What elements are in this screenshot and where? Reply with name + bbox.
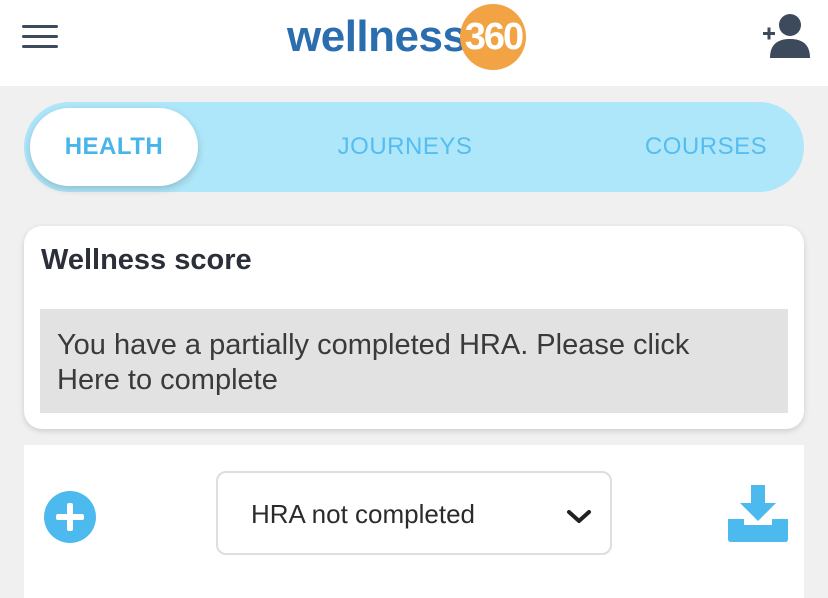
hra-message-line-2: Here to complete — [57, 364, 278, 396]
add-user-icon[interactable] — [762, 12, 810, 58]
hra-message-line-1: You have a partially completed HRA. Plea… — [57, 329, 690, 361]
hra-actions-card: HRA not completed — [24, 445, 804, 598]
wellness-score-title: Wellness score — [41, 244, 252, 276]
hra-status-value: HRA not completed — [251, 499, 476, 529]
hra-status-select[interactable]: HRA not completed — [216, 471, 612, 555]
tab-courses[interactable]: COURSES — [614, 102, 798, 192]
hra-partial-message[interactable]: You have a partially completed HRA. Plea… — [40, 309, 788, 413]
wellness-score-card: Wellness score You have a partially comp… — [24, 226, 804, 429]
tab-journeys[interactable]: JOURNEYS — [296, 102, 514, 192]
tab-bar: HEALTH JOURNEYS COURSES — [24, 102, 804, 192]
hamburger-menu-icon[interactable] — [22, 25, 58, 49]
plus-circle-icon[interactable] — [44, 491, 96, 543]
logo-badge: 360 — [460, 4, 527, 70]
download-icon[interactable] — [726, 485, 790, 543]
tab-health[interactable]: HEALTH — [30, 108, 198, 186]
chevron-down-icon — [567, 510, 591, 523]
app-header: wellness 360 — [0, 0, 828, 86]
wellness360-logo: wellness 360 — [287, 4, 527, 70]
logo-word: wellness — [287, 12, 467, 61]
logo-number: 360 — [464, 15, 524, 58]
